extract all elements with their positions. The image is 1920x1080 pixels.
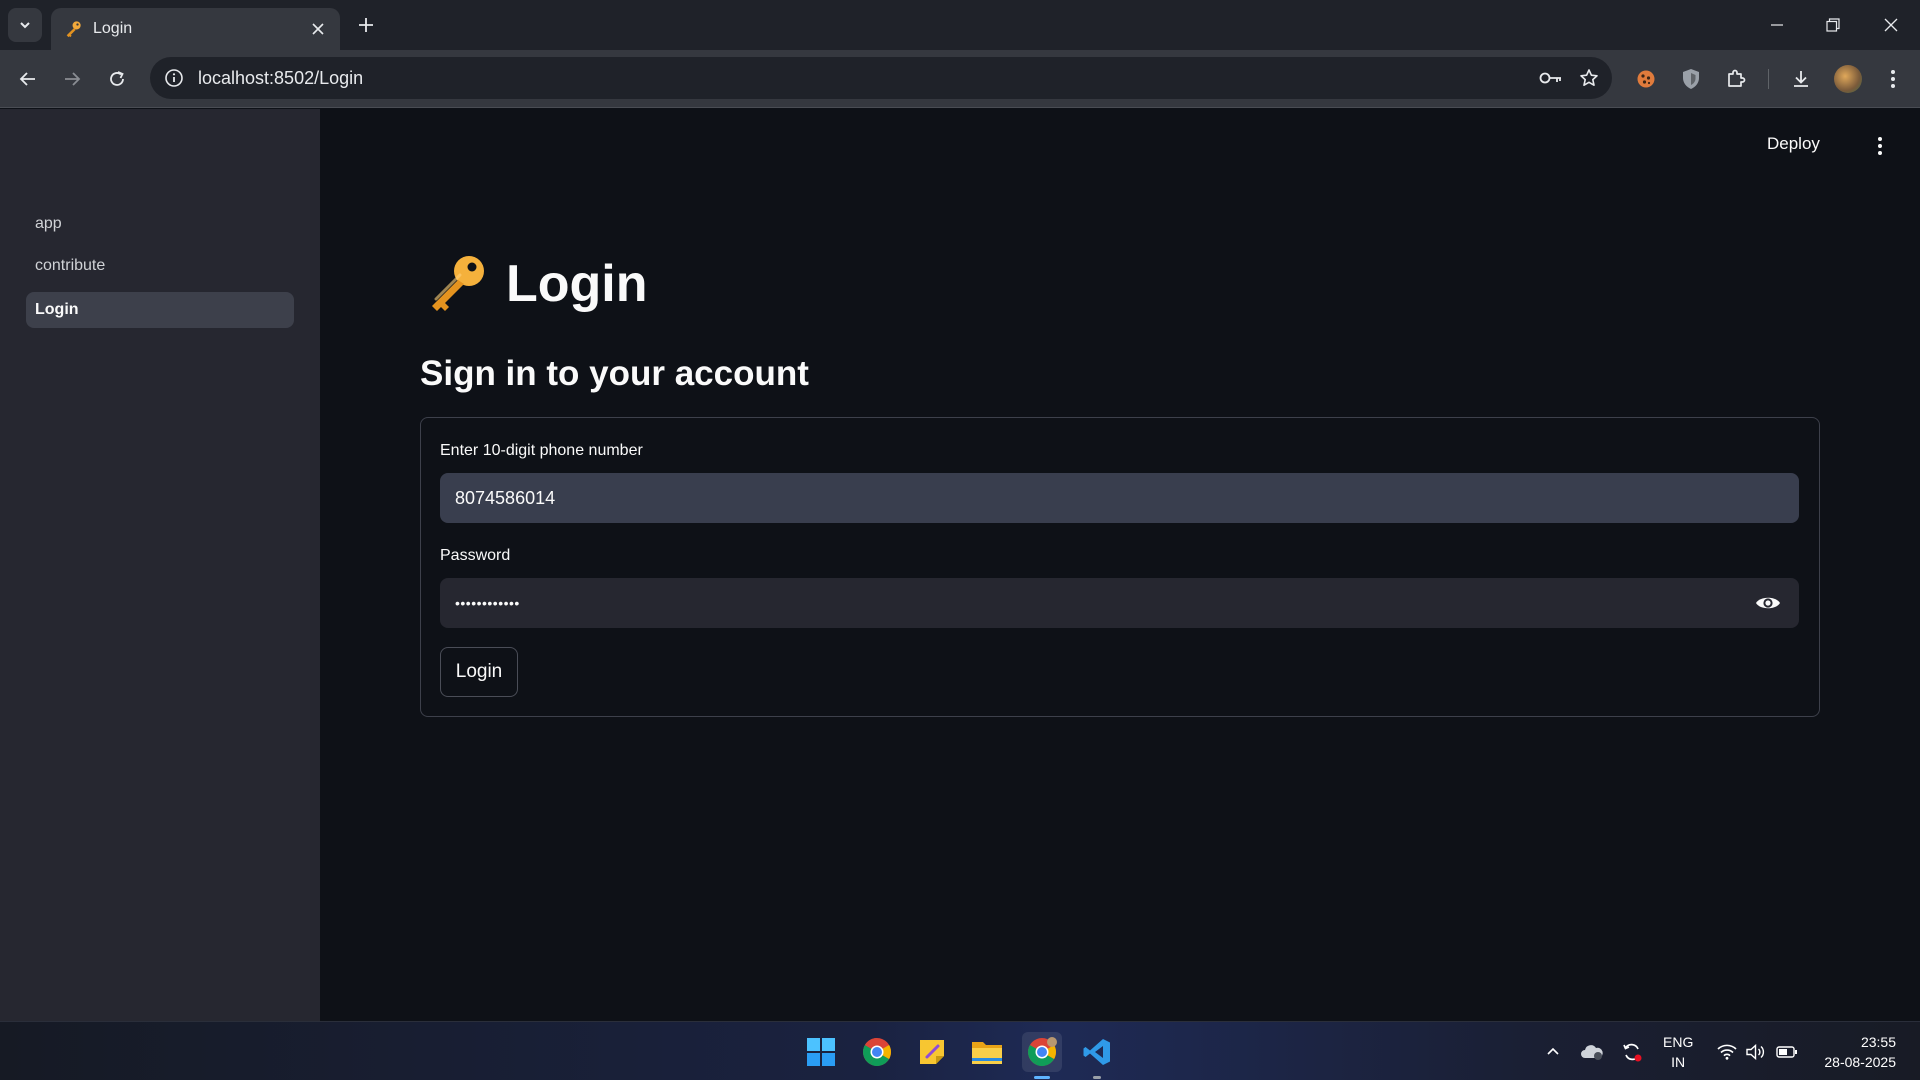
password-key-icon[interactable] bbox=[1536, 63, 1566, 93]
kebab-menu-icon bbox=[1878, 137, 1882, 155]
volume-icon[interactable] bbox=[1742, 1038, 1770, 1066]
open-app-indicator bbox=[1093, 1076, 1101, 1079]
battery-icon[interactable] bbox=[1773, 1038, 1801, 1066]
wifi-icon[interactable] bbox=[1713, 1038, 1741, 1066]
phone-label: Enter 10-digit phone number bbox=[440, 442, 643, 459]
taskbar-sticky-notes[interactable] bbox=[912, 1032, 952, 1072]
active-app-indicator bbox=[1034, 1076, 1050, 1079]
language-code: ENG bbox=[1663, 1034, 1694, 1050]
extensions-puzzle-icon[interactable] bbox=[1721, 64, 1751, 94]
address-bar[interactable]: localhost:8502/Login bbox=[150, 57, 1612, 99]
forward-button[interactable] bbox=[57, 64, 87, 94]
chevron-down-icon bbox=[20, 22, 30, 29]
deploy-button[interactable]: Deploy bbox=[1767, 134, 1820, 154]
taskbar-chrome[interactable] bbox=[857, 1032, 897, 1072]
sidebar-item-contribute[interactable]: contribute bbox=[26, 248, 294, 284]
language-indicator[interactable]: ENG IN bbox=[1663, 1032, 1693, 1072]
page-title-row: Login bbox=[424, 252, 648, 316]
plus-icon bbox=[359, 18, 373, 32]
browser-toolbar: localhost:8502/Login bbox=[0, 50, 1920, 108]
vscode-icon bbox=[1083, 1039, 1110, 1065]
chrome-icon bbox=[863, 1038, 891, 1066]
new-tab-button[interactable] bbox=[354, 13, 378, 37]
browser-menu-icon[interactable] bbox=[1878, 64, 1908, 94]
page-subtitle: Sign in to your account bbox=[420, 354, 809, 393]
close-tab-icon[interactable] bbox=[308, 19, 328, 39]
site-info-icon[interactable] bbox=[164, 68, 184, 88]
app-menu-button[interactable] bbox=[1868, 134, 1892, 158]
profile-avatar[interactable] bbox=[1834, 65, 1862, 93]
chrome-icon bbox=[1028, 1037, 1057, 1066]
clock-time: 23:55 bbox=[1860, 1034, 1896, 1050]
restore-icon bbox=[1826, 18, 1840, 32]
taskbar-vscode[interactable] bbox=[1077, 1032, 1117, 1079]
cookie-extension-icon[interactable] bbox=[1631, 64, 1661, 94]
login-form: Enter 10-digit phone number 8074586014 P… bbox=[420, 417, 1820, 717]
arrow-left-icon bbox=[19, 72, 35, 86]
taskbar: ENG IN 23:55 28-08-2025 bbox=[0, 1021, 1920, 1080]
windows-logo-icon bbox=[807, 1038, 835, 1066]
key-icon bbox=[63, 19, 83, 39]
bookmark-star-icon[interactable] bbox=[1574, 63, 1604, 93]
tab-search-button[interactable] bbox=[8, 8, 42, 42]
minimize-icon bbox=[1771, 24, 1783, 26]
sync-tray-icon[interactable] bbox=[1618, 1038, 1646, 1066]
tab-strip: Login bbox=[0, 0, 1920, 50]
close-window-button[interactable] bbox=[1876, 10, 1906, 40]
sidebar: app contribute Login bbox=[0, 109, 320, 1021]
sidebar-item-app[interactable]: app bbox=[26, 206, 294, 242]
reload-button[interactable] bbox=[102, 64, 132, 94]
shield-extension-icon[interactable] bbox=[1676, 64, 1706, 94]
back-button[interactable] bbox=[13, 64, 43, 94]
folder-icon bbox=[972, 1042, 1002, 1064]
download-icon[interactable] bbox=[1786, 64, 1816, 94]
phone-value: 8074586014 bbox=[455, 487, 556, 508]
taskbar-file-explorer[interactable] bbox=[967, 1032, 1007, 1072]
sticky-notes-icon bbox=[920, 1040, 944, 1064]
reload-icon bbox=[110, 71, 124, 86]
onedrive-tray-icon[interactable] bbox=[1578, 1038, 1606, 1066]
show-hidden-icons-button[interactable] bbox=[1539, 1038, 1567, 1066]
minimize-button[interactable] bbox=[1762, 10, 1792, 40]
show-password-icon[interactable] bbox=[1755, 591, 1781, 615]
tab-title: Login bbox=[93, 20, 133, 37]
password-input[interactable]: •••••••••••• bbox=[440, 578, 1799, 628]
sidebar-item-label: app bbox=[35, 215, 62, 232]
close-icon bbox=[1884, 18, 1898, 32]
restore-button[interactable] bbox=[1818, 10, 1848, 40]
sidebar-item-label: Login bbox=[35, 301, 79, 318]
sidebar-item-label: contribute bbox=[35, 257, 106, 274]
url-text: localhost:8502/Login bbox=[198, 67, 364, 88]
toolbar-separator bbox=[1768, 69, 1769, 89]
clock[interactable]: 23:55 28-08-2025 bbox=[1816, 1032, 1896, 1072]
start-button[interactable] bbox=[801, 1032, 841, 1072]
phone-input[interactable]: 8074586014 bbox=[440, 473, 1799, 523]
key-icon bbox=[432, 256, 484, 311]
arrow-right-icon bbox=[65, 72, 81, 86]
chevron-up-icon bbox=[1547, 1047, 1559, 1055]
clock-date: 28-08-2025 bbox=[1824, 1054, 1896, 1070]
region-code: IN bbox=[1671, 1054, 1686, 1070]
taskbar-chrome-profile[interactable] bbox=[1022, 1032, 1062, 1079]
page-title: Login bbox=[506, 255, 648, 313]
login-button[interactable]: Login bbox=[440, 647, 518, 697]
browser-tab[interactable]: Login bbox=[51, 8, 340, 50]
password-value: •••••••••••• bbox=[455, 595, 520, 611]
sidebar-item-login[interactable]: Login bbox=[26, 292, 294, 328]
password-label: Password bbox=[440, 547, 511, 564]
